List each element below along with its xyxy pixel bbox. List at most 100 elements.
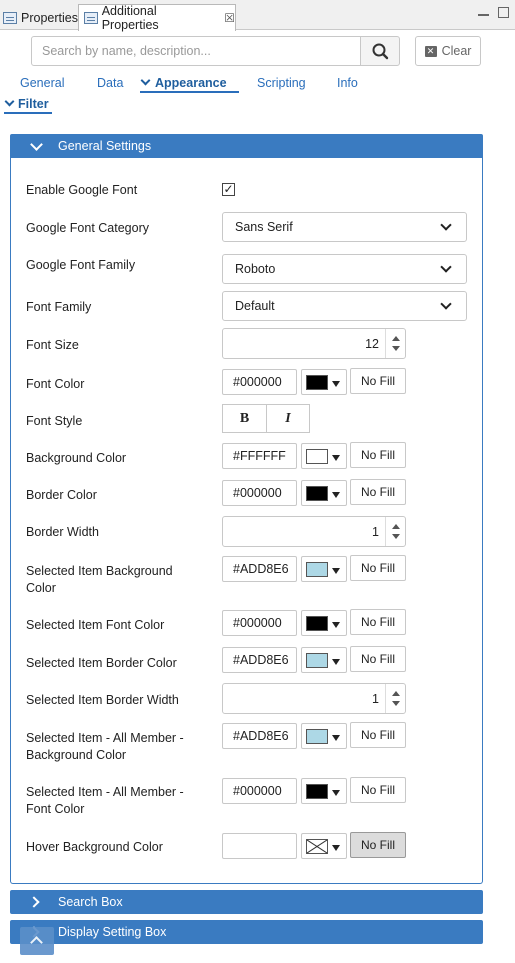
google-font-family-select[interactable]: Roboto	[222, 254, 467, 284]
spinner-value: 1	[372, 525, 379, 539]
color-swatch	[306, 784, 328, 799]
hover-bg-color-picker[interactable]	[301, 833, 347, 859]
tab-data[interactable]: Data	[97, 76, 123, 90]
font-color-nofill-button[interactable]: No Fill	[350, 368, 406, 394]
arrow-up-icon[interactable]	[392, 691, 400, 696]
selected-border-color-nofill-button[interactable]: No Fill	[350, 646, 406, 672]
background-color-picker[interactable]	[301, 443, 347, 469]
border-color-picker[interactable]	[301, 480, 347, 506]
arrow-down-icon[interactable]	[392, 346, 400, 351]
select-value: Default	[235, 299, 275, 313]
field-label: Font Size	[26, 338, 79, 352]
arrow-down-icon[interactable]	[392, 534, 400, 539]
selected-bg-color-hex-input[interactable]: #ADD8E6	[222, 556, 297, 582]
panel-display-setting-box-header[interactable]: Display Setting Box	[10, 920, 483, 944]
dropdown-arrow-icon	[332, 790, 340, 796]
google-font-category-select[interactable]: Sans Serif	[222, 212, 467, 242]
tab-general[interactable]: General	[20, 76, 64, 90]
border-width-spinner[interactable]: 1	[222, 516, 406, 547]
hover-bg-color-hex-input[interactable]	[222, 833, 297, 859]
field-label: Hover Background Color	[26, 840, 163, 854]
panel-title: General Settings	[58, 139, 152, 153]
field-label: Selected Item - All Member - Background …	[26, 731, 184, 762]
spinner-arrows[interactable]	[385, 329, 405, 358]
field-label: Font Style	[26, 414, 83, 428]
font-color-picker[interactable]	[301, 369, 347, 395]
all-member-font-color-nofill-button[interactable]: No Fill	[350, 777, 406, 803]
border-color-nofill-button[interactable]: No Fill	[350, 479, 406, 505]
font-color-hex-input[interactable]: #000000	[222, 369, 297, 395]
all-member-bg-color-picker[interactable]	[301, 723, 347, 749]
selected-font-color-nofill-button[interactable]: No Fill	[350, 609, 406, 635]
tab-appearance-label: Appearance	[155, 76, 227, 90]
minimize-icon[interactable]	[478, 9, 489, 16]
chevron-down-icon	[4, 96, 15, 107]
panel-title: Search Box	[58, 895, 123, 909]
close-icon[interactable]: ☒	[224, 11, 235, 25]
all-member-font-color-picker[interactable]	[301, 778, 347, 804]
dropdown-arrow-icon	[332, 381, 340, 387]
enable-google-font-checkbox[interactable]: ✓	[222, 183, 235, 196]
color-swatch	[306, 449, 328, 464]
selected-font-color-picker[interactable]	[301, 610, 347, 636]
italic-button[interactable]: I	[266, 404, 310, 433]
panel-search-box-header[interactable]: Search Box	[10, 890, 483, 914]
tab-info[interactable]: Info	[337, 76, 358, 90]
dropdown-arrow-icon	[332, 492, 340, 498]
color-swatch	[306, 653, 328, 668]
selected-font-color-hex-input[interactable]: #000000	[222, 610, 297, 636]
tab-appearance[interactable]: Appearance	[140, 75, 239, 93]
dropdown-arrow-icon	[332, 455, 340, 461]
tab-properties[interactable]: Properties	[0, 5, 78, 30]
properties-icon	[3, 11, 17, 24]
color-swatch	[306, 375, 328, 390]
spinner-value: 1	[372, 692, 379, 706]
hover-bg-color-nofill-button[interactable]: No Fill	[350, 832, 406, 858]
bold-button[interactable]: B	[222, 404, 267, 433]
search-button[interactable]	[360, 36, 400, 66]
color-swatch	[306, 729, 328, 744]
all-member-bg-color-nofill-button[interactable]: No Fill	[350, 722, 406, 748]
arrow-up-icon[interactable]	[392, 336, 400, 341]
subtab-filter[interactable]: Filter	[4, 96, 52, 114]
clear-label: Clear	[441, 44, 472, 58]
tab-additional-properties-label: Additional Properties	[101, 4, 159, 32]
font-size-spinner[interactable]: 12	[222, 328, 406, 359]
maximize-icon[interactable]	[498, 7, 509, 18]
spinner-arrows[interactable]	[385, 684, 405, 713]
spinner-arrows[interactable]	[385, 517, 405, 546]
scroll-top-button[interactable]	[20, 927, 54, 955]
selected-border-color-hex-input[interactable]: #ADD8E6	[222, 647, 297, 673]
dropdown-arrow-icon	[332, 659, 340, 665]
arrow-down-icon[interactable]	[392, 701, 400, 706]
selected-border-width-spinner[interactable]: 1	[222, 683, 406, 714]
chevron-down-icon	[440, 219, 452, 231]
field-label: Google Font Category	[26, 221, 149, 235]
clear-button[interactable]: ✕ Clear	[415, 36, 481, 66]
panel-general-settings-header[interactable]: General Settings	[10, 134, 483, 158]
search-input[interactable]	[31, 36, 361, 66]
field-label: Selected Item - All Member - Font Color	[26, 785, 184, 816]
dropdown-arrow-icon	[332, 845, 340, 851]
field-label: Selected Item Border Width	[26, 693, 179, 707]
font-family-select[interactable]: Default	[222, 291, 467, 321]
tab-scripting[interactable]: Scripting	[257, 76, 306, 90]
background-color-nofill-button[interactable]: No Fill	[350, 442, 406, 468]
chevron-down-icon	[140, 75, 151, 86]
spinner-value: 12	[365, 337, 379, 351]
border-color-hex-input[interactable]: #000000	[222, 480, 297, 506]
arrow-up-icon[interactable]	[392, 524, 400, 529]
selected-bg-color-nofill-button[interactable]: No Fill	[350, 555, 406, 581]
view-tabstrip: Properties Additional Properties ☒	[0, 0, 515, 32]
subtab-filter-label: Filter	[18, 97, 49, 111]
selected-bg-color-picker[interactable]	[301, 556, 347, 582]
color-swatch	[306, 616, 328, 631]
chevron-down-icon	[28, 138, 44, 154]
selected-border-color-picker[interactable]	[301, 647, 347, 673]
all-member-bg-color-hex-input[interactable]: #ADD8E6	[222, 723, 297, 749]
background-color-hex-input[interactable]: #FFFFFF	[222, 443, 297, 469]
field-label: Border Width	[26, 525, 99, 539]
all-member-font-color-hex-input[interactable]: #000000	[222, 778, 297, 804]
tab-additional-properties[interactable]: Additional Properties ☒	[78, 4, 236, 32]
dropdown-arrow-icon	[332, 735, 340, 741]
